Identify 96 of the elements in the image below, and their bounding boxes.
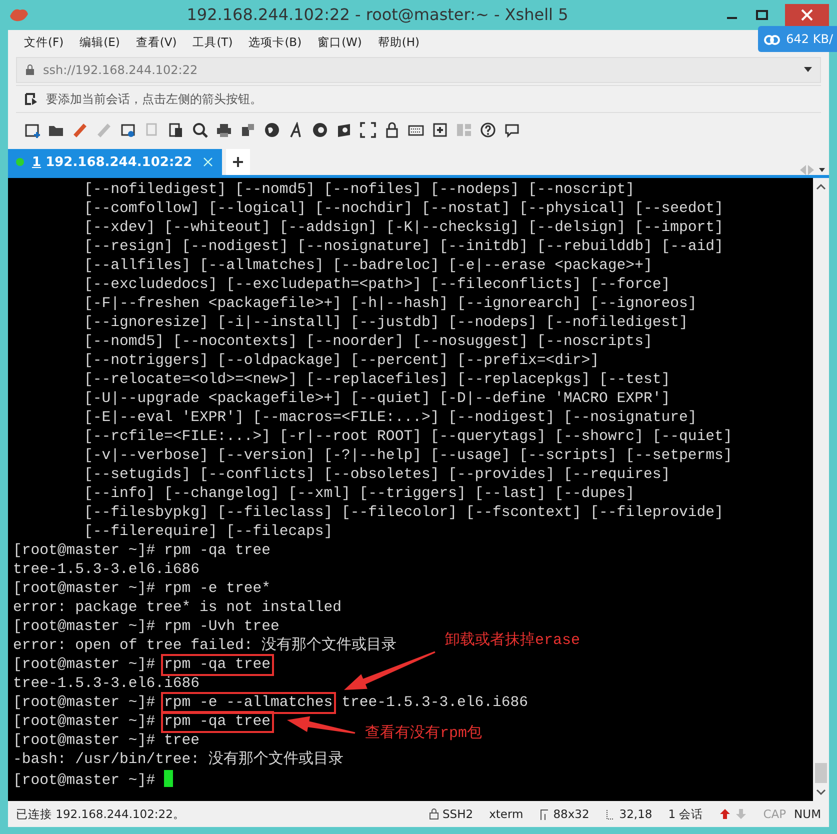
upload-arrow-icon[interactable] [719,808,732,820]
maximize-icon[interactable] [755,8,769,22]
cloud-icon [762,32,782,46]
shell-command: rpm -Uvh tree [164,619,280,636]
terminal-output-line: [--comfollow] [--logical] [--nochdir] [--nostat] [--physical] [--seedot] [84,201,724,218]
properties-icon[interactable] [120,122,136,138]
terminal-output-line: [--relocate=<old>=<new>] [--replacefiles] [--replacepkgs] [--test] [84,372,670,388]
tab-scroll-right-icon[interactable] [807,165,815,176]
terminal-output-line: error: package tree* is not installed [13,600,342,616]
terminal-output-line: [--excludedocs] [--excludepath=<path>] [--fileconflicts] [--force] [84,277,670,294]
key-lock-indicator: NUM [794,806,821,823]
shell-prompt: [root@master ~]# [13,619,156,636]
terminal-output-line: [--allfiles] [--allmatches] [--badreloc] [-e|--erase <package>+] [84,258,652,274]
connect-icon[interactable] [72,122,88,138]
lock-icon [25,64,35,76]
scroll-up-icon[interactable] [816,182,826,192]
scroll-down-icon[interactable] [816,787,826,798]
terminal-output-line: [--setugids] [--conflicts] [--obsoletes] [--provides] [--requires] [84,467,670,484]
annotation-text: 卸载或者抹掉erase [445,630,580,652]
hint-text: 要添加当前会话，点击左侧的箭头按钮。 [46,91,262,108]
protocol-label: SSH2 [442,806,474,823]
terminal-type-label: xterm [489,806,524,823]
shell-command: rpm -e tree* [164,581,271,598]
terminal-output-line: error: open of tree failed: 没有那个文件或目录 [13,638,397,654]
new-tab-button[interactable] [226,149,250,176]
terminal-output-line: [-F|--freshen <packagefile>+] [-h|--hash] [--ignorearch] [--ignoreos] [84,296,697,312]
terminal-output-line: [-E|--eval 'EXPR'] [--macros=<FILE:...>] [--nodigest] [--nosignature] [84,410,697,426]
tab-scroll-left-icon[interactable] [799,165,807,176]
command-argument: tree-1.5.3-3.el6.i686 [342,695,528,712]
shell-prompt: [root@master ~]# [13,695,156,712]
terminal-output-line: tree-1.5.3-3.el6.i686 [13,676,200,692]
session-tab[interactable]: 1 192.168.244.102:22 [8,149,222,176]
menu-item[interactable]: 工具(T) [184,34,241,52]
shell-prompt: [root@master ~]# [13,657,156,674]
new-session-icon[interactable] [24,122,40,138]
terminal-output-line: [--ignoresize] [-i|--install] [--justdb] [--nodeps] [--nofiledigest] [84,315,688,332]
menu-item[interactable]: 编辑(E) [72,34,128,52]
terminal-output-line: [--info] [--changelog] [--xml] [--triggers] [--last] [--dupes] [84,486,635,502]
terminal-output-line: [-v|--verbose] [--version] [-?|--help] [--usage] [--scripts] [--setperms] [84,448,732,464]
annotation-text: 查看有没有rpm包 [365,724,482,744]
menu-item[interactable]: 选项卡(B) [240,34,310,52]
shell-prompt: [root@master ~]# [13,581,156,598]
cursor-position-icon[interactable] [605,808,616,820]
terminal-output-line: [-U|--upgrade <packagefile>+] [--quiet] [-D|--define 'MACRO EXPR'] [84,391,670,408]
lock-icon[interactable] [384,122,400,138]
tab-label: 1 192.168.244.102:22 [32,154,192,172]
shell-prompt: [root@master ~]# [13,733,156,750]
menu-item[interactable]: 窗口(W) [310,34,370,52]
highlighted-command: rpm -qa tree [164,657,271,674]
dropdown-caret-icon[interactable] [804,67,812,74]
shell-command: tree [164,733,200,750]
plus-icon[interactable] [233,157,244,168]
session-count-label: 1 会话 [668,806,704,823]
lock-icon[interactable] [428,808,438,820]
close-icon [801,9,813,21]
cursor-position-label: 32,18 [619,806,652,823]
paste-icon[interactable] [168,122,184,138]
terminal-output-line: [--xdev] [--whiteout] [--addsign] [-K|--checksig] [--delsign] [--import] [84,220,724,236]
terminal-output-line: [--nomd5] [--nocontexts] [--noorder] [--nosuggest] [--noscripts] [84,334,652,350]
search-icon[interactable] [192,122,208,138]
help-icon[interactable] [480,122,496,138]
annotation-arrow [287,716,356,734]
comment-icon[interactable] [504,122,520,138]
menu-item[interactable]: 查看(V) [128,34,185,52]
key-lock-indicator: CAP [763,806,786,823]
terminal-size-label: 88x32 [553,806,590,823]
font-icon[interactable] [288,122,304,138]
menu-item[interactable]: 帮助(H) [370,34,428,52]
terminal-output-line: [--filerequire] [--filecaps] [84,524,333,540]
connection-status: 已连接 192.168.244.102:22。 [16,806,185,823]
fullscreen-icon[interactable] [360,122,376,138]
window-title: 192.168.244.102:22 - root@master:~ - Xshell 5 [186,4,570,26]
resize-icon[interactable] [539,808,550,820]
address-field[interactable]: ssh://192.168.244.102:22 [16,57,821,84]
terminal-output-line: [--nofiledigest] [--nomd5] [--nofiles] [--nodeps] [--noscript] [84,182,635,198]
terminal-output-line: tree-1.5.3-3.el6.i686 [13,562,200,578]
highlighted-command: rpm -qa tree [164,714,271,730]
close-button[interactable] [785,4,829,26]
terminal-output-line: [--notriggers] [--oldpackage] [--percent] [--prefix=<dir>] [84,353,600,370]
printer-icon[interactable] [216,122,232,138]
terminal-output-line: [--filesbypkg] [--fileclass] [--filecolor] [--fscontext] [--fileprovide] [84,505,724,522]
status-dot-icon [16,158,24,166]
highlighted-command: rpm -e --allmatches [164,695,333,712]
shell-prompt: [root@master ~]# [13,543,156,560]
transfer-icon[interactable] [240,122,256,138]
scrollbar-thumb[interactable] [815,763,827,784]
terminal-output-line: [--rcfile=<FILE:...>] [-r|--root ROOT] [--querytags] [--showrc] [--quiet] [84,429,732,446]
shell-command: rpm -qa tree [164,543,271,560]
add-panel-icon[interactable] [432,122,448,138]
terminal-output-line: -bash: /usr/bin/tree: 没有那个文件或目录 [13,752,344,768]
speed-text: 642 KB/ [786,31,833,48]
shell-prompt: [root@master ~]# [13,714,156,730]
menu-item[interactable]: 文件(F) [16,34,72,52]
terminal-output-line: [--resign] [--nodigest] [--nosignature] [--initdb] [--rebuilddb] [--aid] [84,239,724,256]
shell-prompt: [root@master ~]# [13,773,156,790]
add-session-icon[interactable] [24,92,38,106]
